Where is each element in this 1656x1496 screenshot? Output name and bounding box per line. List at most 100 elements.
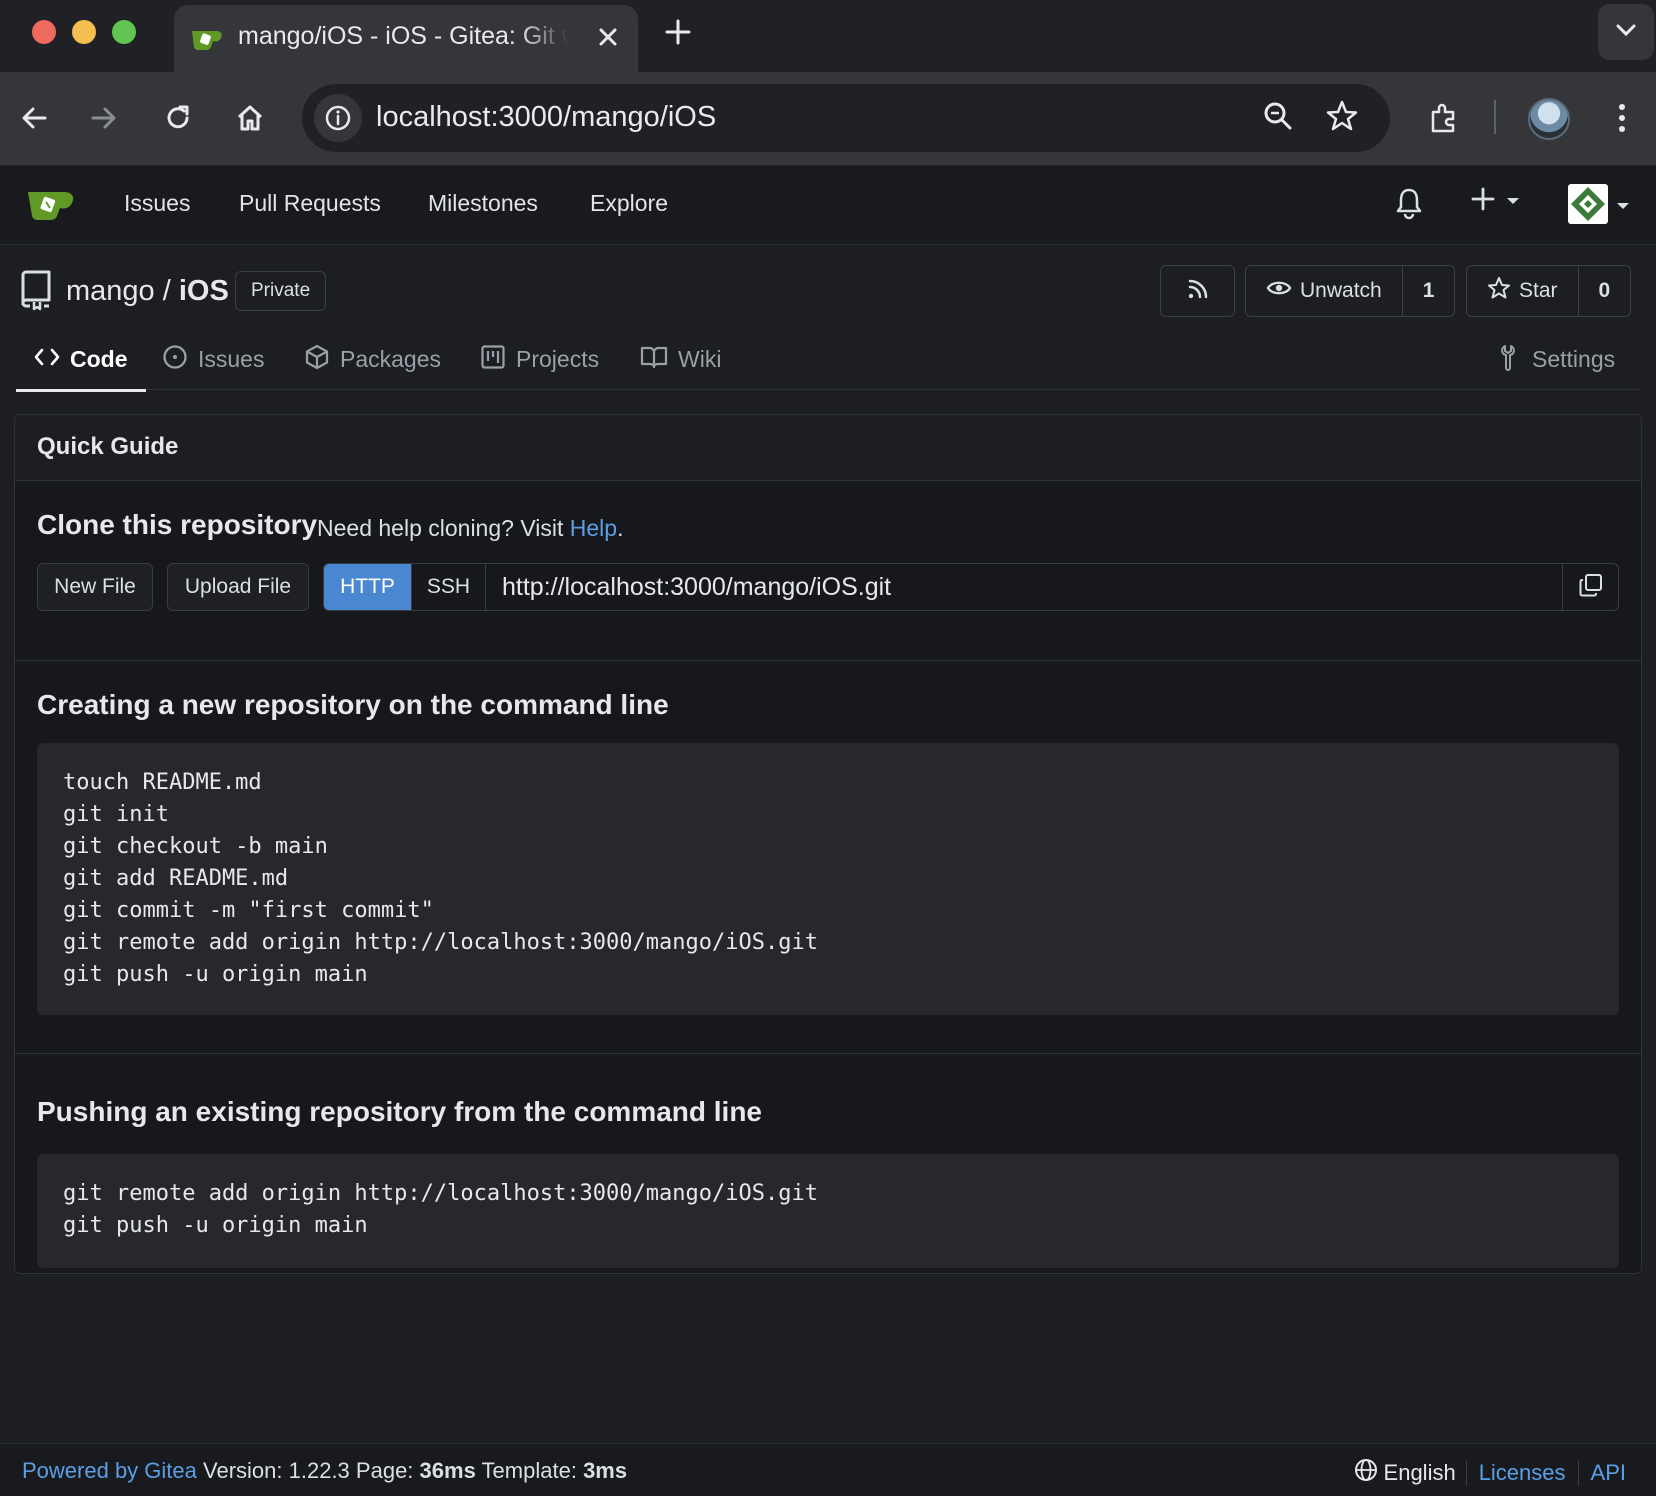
repo-header: mango / iOS Private Unwatch 1 Star 0 Cod…: [0, 245, 1656, 392]
clone-url-group: HTTP SSH http://localhost:3000/mango/iOS…: [323, 563, 1619, 611]
star-label: Star: [1519, 279, 1558, 302]
unwatch-label: Unwatch: [1300, 279, 1382, 302]
tab-wiki-label: Wiki: [678, 346, 722, 372]
watchers-count[interactable]: 1: [1401, 266, 1455, 316]
close-icon[interactable]: [592, 21, 624, 53]
reload-icon[interactable]: [156, 96, 200, 140]
http-protocol-button[interactable]: HTTP: [324, 564, 412, 610]
unwatch-button[interactable]: Unwatch: [1246, 266, 1402, 316]
language-selector[interactable]: English: [1354, 1458, 1466, 1488]
eye-icon: [1266, 278, 1292, 304]
help-link[interactable]: Help: [570, 515, 617, 541]
browser-toolbar: localhost:3000/mango/iOS: [0, 72, 1656, 166]
chevron-down-icon: [1616, 198, 1630, 216]
new-repo-code-block: touch README.md git init git checkout -b…: [37, 743, 1619, 1015]
tab-code-label: Code: [70, 346, 128, 372]
watch-button-group: Unwatch 1: [1245, 265, 1456, 317]
browser-tab-active[interactable]: mango/iOS - iOS - Gitea: Git with a cup …: [174, 5, 638, 72]
clone-help-prefix: Need help cloning? Visit: [317, 515, 564, 541]
plus-icon: [1470, 186, 1496, 217]
repo-owner-link[interactable]: mango: [66, 275, 155, 307]
tab-wiki[interactable]: Wiki: [640, 329, 721, 390]
footer-links: English Licenses API: [1354, 1458, 1638, 1488]
info-icon[interactable]: [314, 94, 362, 142]
footer-version-info: Powered by Gitea Version: 1.22.3 Page: 3…: [22, 1458, 627, 1484]
quick-guide-panel: Quick Guide Clone this repository Need h…: [14, 414, 1642, 1274]
tab-packages[interactable]: Packages: [304, 329, 441, 390]
browser-tab-strip: mango/iOS - iOS - Gitea: Git with a cup …: [0, 0, 1656, 72]
repo-name-link[interactable]: iOS: [179, 275, 229, 307]
new-repo-title: Creating a new repository on the command…: [37, 689, 669, 720]
push-repo-title: Pushing an existing repository from the …: [37, 1096, 763, 1127]
bell-icon[interactable]: [1394, 186, 1424, 225]
code-icon: [34, 346, 60, 373]
zoom-icon[interactable]: [1258, 96, 1298, 141]
tab-search-button[interactable]: [1598, 4, 1654, 60]
repo-tabs: Code Issues Packages Projects Wiki Setti…: [16, 329, 1640, 392]
package-icon: [304, 344, 330, 376]
tab-packages-label: Packages: [340, 346, 442, 372]
tab-issues[interactable]: Issues: [162, 329, 264, 390]
plus-icon[interactable]: [660, 14, 696, 50]
repo-icon: [18, 269, 54, 316]
nav-explore-link[interactable]: Explore: [590, 190, 668, 217]
avatar: [1568, 184, 1608, 229]
tab-settings[interactable]: Settings: [1498, 329, 1615, 390]
maximize-window-button[interactable]: [112, 20, 136, 44]
toolbar-divider: [1494, 100, 1496, 134]
ssh-protocol-button[interactable]: SSH: [412, 564, 486, 610]
page-label: Page:: [355, 1458, 414, 1483]
copy-url-button[interactable]: [1562, 564, 1618, 610]
upload-file-button[interactable]: Upload File: [167, 563, 309, 611]
gitea-navbar: Issues Pull Requests Milestones Explore: [0, 166, 1656, 245]
template-label: Template:: [481, 1458, 577, 1483]
extensions-icon[interactable]: [1422, 96, 1466, 140]
browser-profile-avatar[interactable]: [1528, 98, 1570, 140]
forward-icon[interactable]: [82, 96, 126, 140]
push-repo-code-block: git remote add origin http://localhost:3…: [37, 1154, 1619, 1268]
back-icon[interactable]: [12, 96, 56, 140]
licenses-link[interactable]: Licenses: [1465, 1460, 1578, 1486]
nav-milestones-link[interactable]: Milestones: [428, 190, 538, 217]
push-repo-section: Pushing an existing repository from the …: [15, 1054, 1641, 1273]
clone-help-suffix: .: [617, 515, 624, 541]
api-link[interactable]: API: [1577, 1460, 1638, 1486]
nav-pull-requests-link[interactable]: Pull Requests: [239, 190, 381, 217]
home-icon[interactable]: [228, 96, 272, 140]
create-new-menu[interactable]: [1470, 186, 1520, 217]
rss-icon: [1185, 276, 1211, 307]
address-bar[interactable]: localhost:3000/mango/iOS: [302, 84, 1390, 152]
stars-count[interactable]: 0: [1577, 266, 1631, 316]
quick-guide-header: Quick Guide: [15, 415, 1641, 481]
clone-title: Clone this repository: [37, 509, 318, 540]
private-badge: Private: [235, 271, 327, 311]
project-icon: [480, 344, 506, 376]
new-repo-section: Creating a new repository on the command…: [15, 661, 1641, 1054]
kebab-menu-icon[interactable]: [1600, 96, 1644, 140]
minimize-window-button[interactable]: [72, 20, 96, 44]
issue-icon: [162, 344, 188, 376]
tab-title: mango/iOS - iOS - Gitea: Git with a cup …: [238, 22, 568, 50]
user-menu[interactable]: [1568, 184, 1630, 229]
star-icon[interactable]: [1322, 96, 1362, 141]
url-text: localhost:3000/mango/iOS: [376, 101, 717, 133]
tab-projects[interactable]: Projects: [480, 329, 599, 390]
star-button[interactable]: Star: [1467, 266, 1578, 316]
template-time: 3ms: [583, 1458, 628, 1483]
language-label: English: [1383, 1460, 1456, 1485]
repo-title: mango / iOS: [66, 275, 229, 308]
tab-issues-label: Issues: [198, 346, 265, 372]
gitea-logo-icon[interactable]: [26, 186, 76, 227]
version-label: Version:: [203, 1458, 283, 1483]
repo-separator: /: [162, 275, 171, 307]
clone-url-input[interactable]: http://localhost:3000/mango/iOS.git: [486, 564, 1562, 610]
rss-feed-button[interactable]: [1160, 265, 1235, 317]
star-icon: [1487, 276, 1511, 306]
new-file-button[interactable]: New File: [37, 563, 153, 611]
star-button-group: Star 0: [1466, 265, 1632, 317]
copy-icon: [1578, 572, 1604, 603]
tab-code[interactable]: Code: [16, 329, 145, 392]
powered-by-link[interactable]: Powered by Gitea: [22, 1458, 197, 1483]
close-window-button[interactable]: [32, 20, 56, 44]
nav-issues-link[interactable]: Issues: [124, 190, 190, 217]
